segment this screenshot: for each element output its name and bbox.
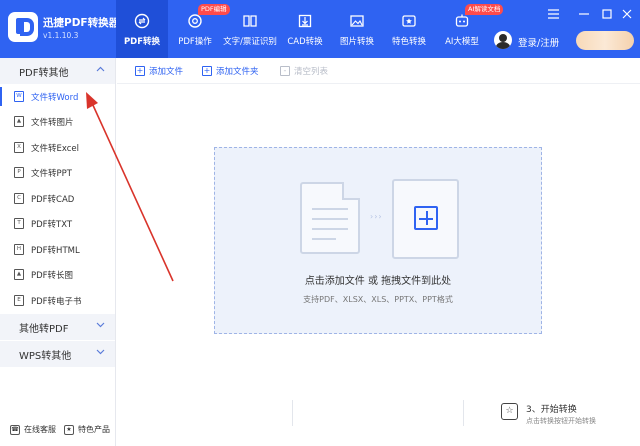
add-folder-button[interactable]: + 添加文件夹	[202, 65, 259, 77]
chevron-up-icon	[96, 65, 105, 75]
tab-label: PDF操作	[178, 37, 212, 47]
sidebar-group-label: WPS转其他	[19, 350, 72, 362]
tab-image[interactable]: 图片转换	[334, 0, 380, 58]
sidebar-group-label: 其他转PDF	[19, 323, 69, 335]
image-file-icon: ▲	[14, 116, 24, 127]
online-support-link[interactable]: ☎ 在线客服	[10, 424, 56, 435]
add-file-label: 添加文件	[149, 67, 184, 77]
sidebar-item-pdf-to-long-image[interactable]: ▲ PDF转长图	[0, 262, 115, 287]
clear-list-label: 清空列表	[294, 67, 329, 77]
chevron-down-icon	[96, 321, 105, 331]
avatar[interactable]	[494, 31, 512, 49]
start-convert-icon[interactable]: ☆	[501, 403, 518, 420]
tab-label: 文字/票证识别	[223, 37, 277, 47]
add-folder-icon: +	[202, 66, 212, 76]
sidebar-item-pdf-to-html[interactable]: H PDF转HTML	[0, 237, 115, 262]
tab-cad[interactable]: CAD转换	[283, 0, 327, 58]
tab-ocr[interactable]: 文字/票证识别	[222, 0, 278, 58]
featured-products-label: 特色产品	[78, 425, 110, 434]
tab-pdf-convert[interactable]: PDF转换	[116, 0, 168, 58]
sidebar-group-other-to-pdf[interactable]: 其他转PDF	[0, 314, 115, 340]
file-drop-zone[interactable]: ››› 点击添加文件 或 拖拽文件到此处 支持PDF、XLSX、XLS、PPTX…	[214, 147, 542, 334]
sidebar-item-file-to-image[interactable]: ▲ 文件转图片	[0, 109, 115, 134]
ebook-icon: E	[14, 295, 24, 306]
supported-formats: 支持PDF、XLSX、XLS、PPTX、PPT格式	[303, 295, 453, 304]
online-support-label: 在线客服	[24, 425, 56, 434]
add-folder-label: 添加文件夹	[216, 67, 259, 77]
sidebar-item-label: 文件转Word	[31, 92, 79, 103]
sidebar-item-pdf-to-ebook[interactable]: E PDF转电子书	[0, 288, 115, 313]
excel-icon: X	[14, 142, 24, 153]
menu-icon[interactable]	[545, 6, 561, 22]
tab-label: 特色转换	[391, 37, 426, 47]
add-file-button[interactable]: + 添加文件	[135, 65, 183, 77]
maximize-icon[interactable]	[599, 6, 615, 22]
headset-icon: ☎	[10, 424, 20, 435]
toolbar: + 添加文件 + 添加文件夹 - 清空列表	[117, 58, 640, 84]
sidebar-item-label: PDF转TXT	[31, 219, 73, 230]
sidebar-item-label: PDF转HTML	[31, 245, 80, 256]
long-image-icon: ▲	[14, 269, 24, 280]
tab-featured[interactable]: 特色转换	[386, 0, 432, 58]
tab-label: 图片转换	[339, 37, 374, 47]
close-icon[interactable]	[619, 6, 635, 22]
login-register-link[interactable]: 登录/注册	[518, 35, 559, 49]
cad-file-icon: C	[14, 193, 24, 204]
sidebar-item-label: PDF转CAD	[31, 194, 75, 205]
drop-zone-title: 点击添加文件 或 拖拽文件到此处	[304, 276, 452, 287]
html-icon: H	[14, 244, 24, 255]
start-convert-title[interactable]: 3、开始转换	[526, 402, 577, 415]
scan-icon	[241, 12, 259, 30]
word-icon: W	[14, 91, 24, 102]
title-bar: 迅捷PDF转换器 v1.1.10.3 PDF转换 PDF操作 PDF编辑 文字/…	[0, 0, 640, 58]
cad-icon	[296, 12, 314, 30]
sidebar-item-label: 文件转图片	[31, 117, 74, 128]
tab-label: AI大模型	[445, 37, 479, 47]
plus-icon	[414, 206, 438, 230]
ai-doc-badge: AI解读文档	[465, 4, 504, 15]
tab-label: CAD转换	[287, 37, 323, 47]
sidebar-item-file-to-excel[interactable]: X 文件转Excel	[0, 135, 115, 160]
star-icon	[400, 12, 418, 30]
sidebar-item-label: PDF转电子书	[31, 296, 82, 307]
tab-label: PDF转换	[123, 37, 161, 47]
trash-icon: -	[280, 66, 290, 76]
sidebar-group-label: PDF转其他	[19, 67, 69, 79]
sidebar-item-file-to-word[interactable]: W 文件转Word	[0, 84, 115, 109]
add-file-box[interactable]	[392, 179, 459, 259]
app-logo	[8, 12, 38, 42]
sidebar-group-pdf-to-other[interactable]: PDF转其他	[0, 58, 115, 84]
sidebar-item-label: 文件转Excel	[31, 143, 80, 154]
sidebar-item-pdf-to-cad[interactable]: C PDF转CAD	[0, 186, 115, 211]
sidebar-item-file-to-ppt[interactable]: P 文件转PPT	[0, 160, 115, 185]
step-divider	[463, 400, 464, 426]
featured-products-link[interactable]: ★ 特色产品	[64, 424, 110, 435]
step-divider	[292, 400, 293, 426]
txt-icon: T	[14, 218, 24, 229]
minimize-icon[interactable]	[576, 6, 592, 22]
arrow-right-icon: ›››	[370, 212, 383, 221]
product-icon: ★	[64, 424, 74, 435]
sidebar-item-label: 文件转PPT	[31, 168, 72, 179]
sidebar-item-pdf-to-txt[interactable]: T PDF转TXT	[0, 211, 115, 236]
chevron-down-icon	[96, 348, 105, 358]
document-illustration-icon	[300, 182, 360, 254]
convert-icon	[133, 12, 151, 30]
app-name: 迅捷PDF转换器	[43, 17, 120, 29]
clear-list-button[interactable]: - 清空列表	[280, 65, 328, 77]
ppt-icon: P	[14, 167, 24, 178]
add-file-icon: +	[135, 66, 145, 76]
sidebar-group-wps-to-other[interactable]: WPS转其他	[0, 341, 115, 367]
app-version: v1.1.10.3	[43, 31, 79, 40]
vip-button[interactable]	[576, 31, 634, 50]
image-icon	[348, 12, 366, 30]
start-convert-subtitle: 点击转换按钮开始转换	[526, 417, 596, 425]
sidebar-item-label: PDF转长图	[31, 270, 74, 281]
